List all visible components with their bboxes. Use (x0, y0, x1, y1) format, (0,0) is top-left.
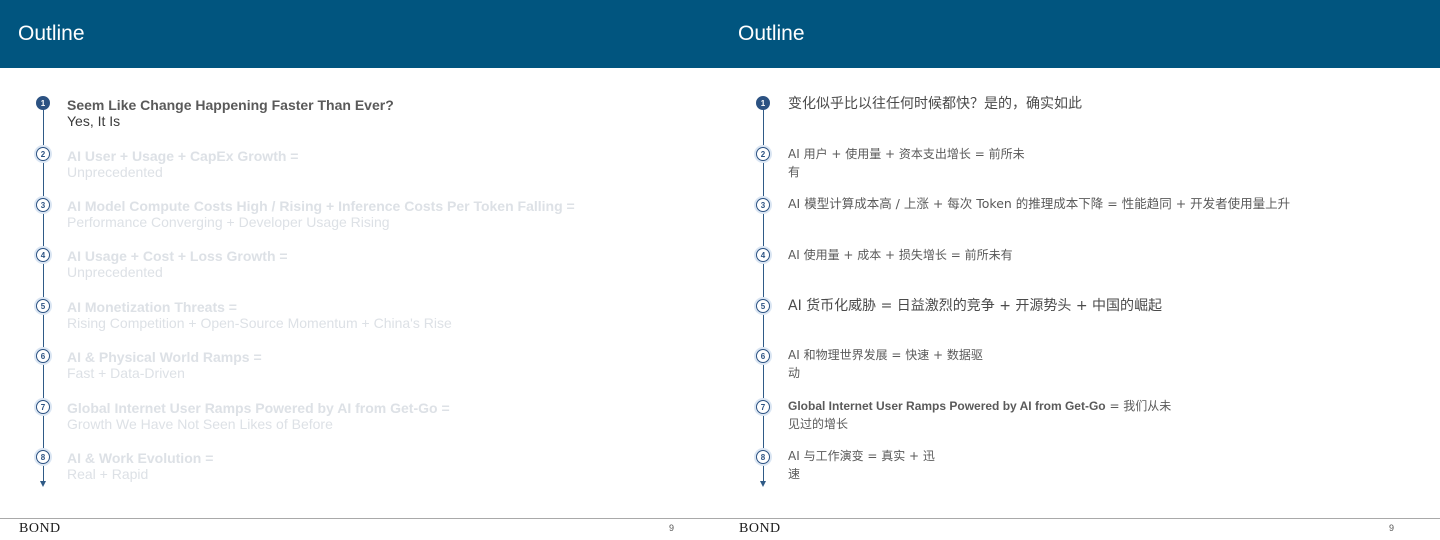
outline-text-cont: 有 (788, 165, 801, 179)
step-2-badge: 2 (756, 147, 770, 161)
outline-item-8[interactable]: AI & Work Evolution = Real + Rapid (67, 450, 667, 482)
outline-item-6[interactable]: AI & Physical World Ramps = Fast + Data-… (67, 349, 667, 381)
outline-item-8[interactable]: AI 与工作演变 = 真实 + 迅 速 (788, 447, 1388, 483)
outline-subtitle: Yes, It Is (67, 113, 121, 129)
outline-heading: AI Usage + Cost + Loss Growth = (67, 248, 288, 264)
step-6-badge: 6 (36, 349, 50, 363)
outline-heading: Global Internet User Ramps Powered by AI… (67, 400, 450, 416)
step-1-badge: 1 (36, 96, 50, 110)
outline-subtitle: Performance Converging + Developer Usage… (67, 214, 390, 230)
outline-subtitle: Growth We Have Not Seen Likes of Before (67, 416, 333, 432)
step-7-badge: 7 (756, 400, 770, 414)
outline-text: AI 模型计算成本高 / 上涨 + 每次 Token 的推理成本下降 = 性能趋… (788, 196, 1291, 211)
step-3-badge: 3 (756, 198, 770, 212)
bond-logo: BOND (739, 521, 781, 536)
outline-text-rest: = 我们从未 (1105, 399, 1172, 413)
timeline-arrow-icon (40, 481, 46, 487)
step-1-badge: 1 (756, 96, 770, 110)
step-5-badge: 5 (756, 299, 770, 313)
outline-heading: AI Monetization Threats = (67, 299, 237, 315)
outline-item-7[interactable]: Global Internet User Ramps Powered by AI… (67, 400, 667, 432)
outline-subtitle: Fast + Data-Driven (67, 365, 185, 381)
outline-item-7[interactable]: Global Internet User Ramps Powered by AI… (788, 397, 1388, 433)
outline-text: Global Internet User Ramps Powered by AI… (788, 397, 1388, 415)
outline-item-4[interactable]: AI Usage + Cost + Loss Growth = Unpreced… (67, 248, 667, 280)
outline-item-4[interactable]: AI 使用量 + 成本 + 损失增长 = 前所未有 (788, 246, 1388, 264)
outline-text-cont: 见过的增长 (788, 417, 849, 431)
outline-item-1[interactable]: 变化似乎比以往任何时候都快？是的，确实如此 (788, 95, 1388, 113)
step-7-badge: 7 (36, 400, 50, 414)
header-bar: Outline (720, 0, 1440, 68)
outline-heading: AI User + Usage + CapEx Growth = (67, 148, 299, 164)
step-6-badge: 6 (756, 349, 770, 363)
slide-english: Outline 1 Seem Like Change Happening Fas… (0, 0, 720, 540)
outline-item-2[interactable]: AI 用户 + 使用量 + 资本支出增长 = 前所未 有 (788, 145, 1388, 181)
slide-title: Outline (18, 22, 85, 45)
outline-text: AI 使用量 + 成本 + 损失增长 = 前所未有 (788, 248, 1013, 262)
outline-item-6[interactable]: AI 和物理世界发展 = 快速 + 数据驱 动 (788, 346, 1388, 382)
step-4-badge: 4 (756, 248, 770, 262)
step-5-badge: 5 (36, 299, 50, 313)
page-number: 9 (669, 523, 675, 533)
outline-text: 变化似乎比以往任何时候都快？是的，确实如此 (788, 96, 1082, 112)
outline-text: AI 和物理世界发展 = 快速 + 数据驱 (788, 348, 983, 362)
outline-subtitle: Unprecedented (67, 264, 163, 280)
outline-heading: AI Model Compute Costs High / Rising + I… (67, 198, 575, 214)
outline-subtitle: Rising Competition + Open-Source Momentu… (67, 315, 452, 331)
outline-text: AI 用户 + 使用量 + 资本支出增长 = 前所未 (788, 147, 1025, 161)
timeline-arrow-icon (760, 481, 766, 487)
outline-item-1[interactable]: Seem Like Change Happening Faster Than E… (67, 97, 667, 129)
slide-title: Outline (738, 22, 805, 45)
footer-divider (0, 518, 720, 519)
step-4-badge: 4 (36, 248, 50, 262)
outline-item-5[interactable]: AI 货币化威胁 = 日益激烈的竞争 + 开源势头 + 中国的崛起 (788, 297, 1388, 315)
outline-subtitle: Unprecedented (67, 164, 163, 180)
step-3-badge: 3 (36, 198, 50, 212)
outline-heading: AI & Work Evolution = (67, 450, 214, 466)
bond-logo: BOND (19, 521, 61, 536)
outline-text: AI 货币化威胁 = 日益激烈的竞争 + 开源势头 + 中国的崛起 (788, 298, 1163, 314)
page-number: 9 (1389, 523, 1395, 533)
outline-item-5[interactable]: AI Monetization Threats = Rising Competi… (67, 299, 667, 331)
footer-divider (720, 518, 1440, 519)
step-8-badge: 8 (756, 450, 770, 464)
step-2-badge: 2 (36, 147, 50, 161)
outline-item-3[interactable]: AI 模型计算成本高 / 上涨 + 每次 Token 的推理成本下降 = 性能趋… (788, 195, 1388, 213)
outline-text-cont: 动 (788, 366, 801, 380)
outline-subtitle: Real + Rapid (67, 466, 149, 482)
step-8-badge: 8 (36, 450, 50, 464)
outline-text-cont: 速 (788, 467, 801, 481)
outline-text-bold: Global Internet User Ramps Powered by AI… (788, 399, 1106, 413)
outline-text: AI 与工作演变 = 真实 + 迅 (788, 449, 935, 463)
outline-item-2[interactable]: AI User + Usage + CapEx Growth = Unprece… (67, 148, 667, 180)
slide-chinese: Outline 1 变化似乎比以往任何时候都快？是的，确实如此 2 AI 用户 … (720, 0, 1440, 540)
header-bar: Outline (0, 0, 720, 68)
outline-heading: AI & Physical World Ramps = (67, 349, 262, 365)
outline-item-3[interactable]: AI Model Compute Costs High / Rising + I… (67, 198, 667, 230)
outline-heading: Seem Like Change Happening Faster Than E… (67, 97, 394, 113)
